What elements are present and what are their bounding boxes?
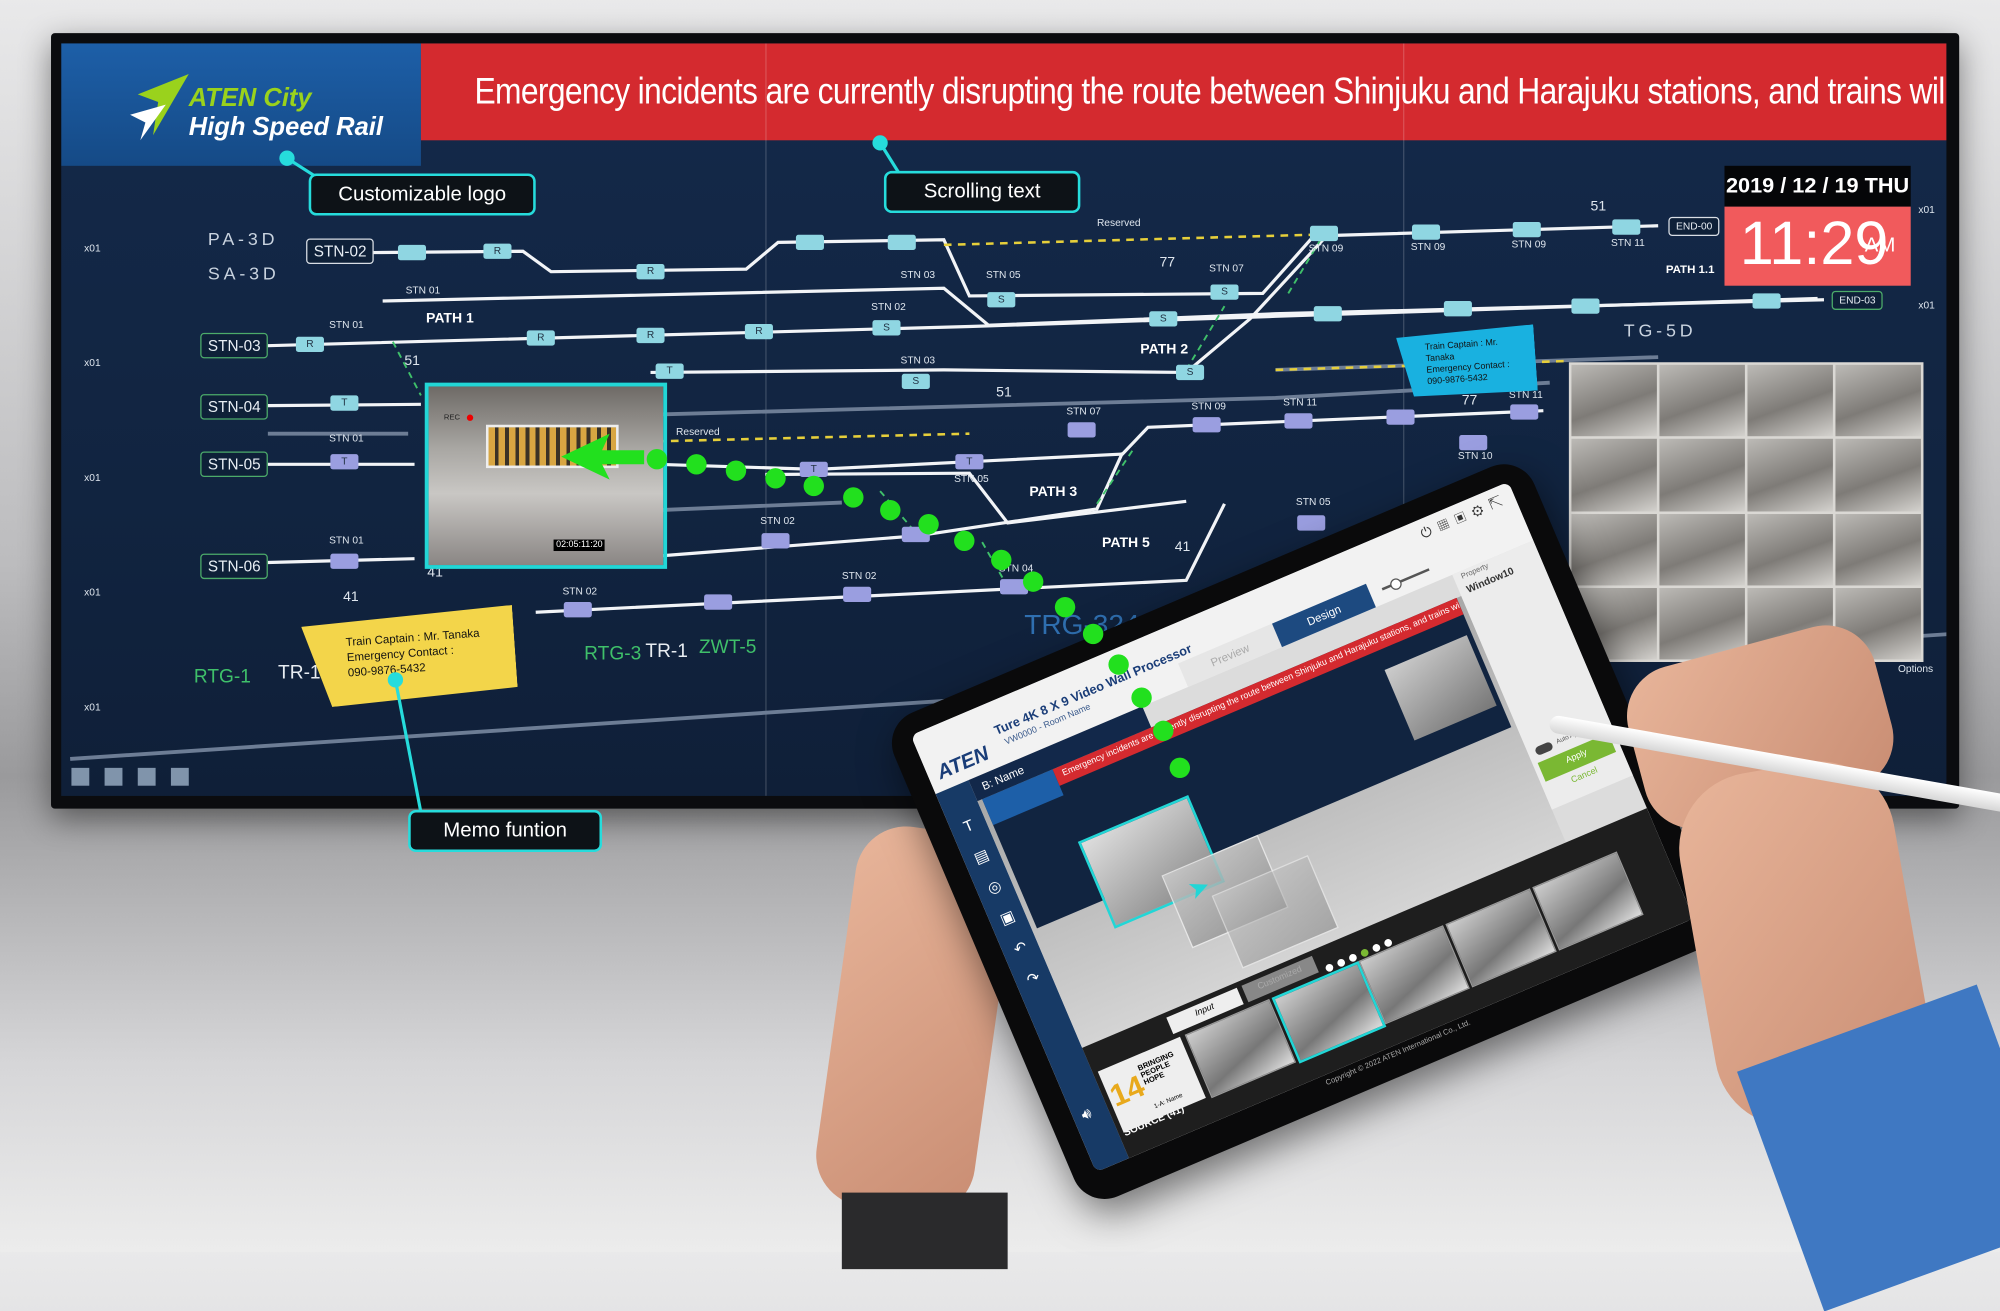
- drag-path-dot: [1022, 571, 1044, 592]
- drag-path-dot: [991, 549, 1012, 571]
- drag-path: [561, 433, 1191, 779]
- drag-path-dot: [1153, 720, 1174, 742]
- drag-path-dot: [918, 514, 939, 535]
- drag-path-dot: [880, 499, 901, 521]
- drag-path-dot: [954, 530, 975, 552]
- drag-path-dot: [1169, 757, 1191, 779]
- scene: ATEN City High Speed Rail Emergency inci…: [0, 0, 2000, 1311]
- drag-path-dot: [686, 454, 707, 475]
- drag-path-dot: [725, 460, 747, 481]
- drag-path-dot: [1082, 623, 1104, 645]
- drag-path-dot: [646, 448, 668, 470]
- drag-path-dot: [843, 487, 864, 508]
- drag-path-dot: [803, 475, 824, 497]
- drag-path-dot: [765, 468, 786, 489]
- drag-path-dot: [1108, 654, 1129, 675]
- drag-path-dot: [1131, 687, 1152, 708]
- arrow-left-icon: [561, 433, 645, 480]
- drag-path-dot: [1054, 596, 1076, 618]
